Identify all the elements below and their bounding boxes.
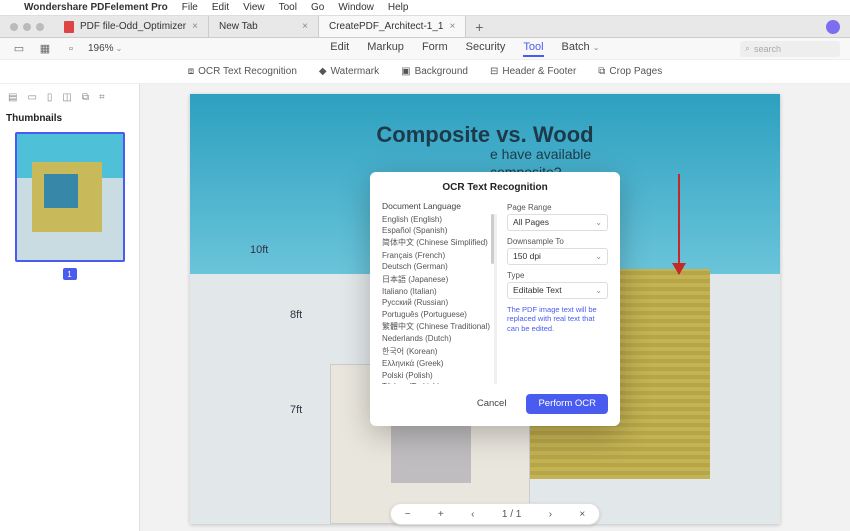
thumbnails-tab-icon[interactable]: ▤ (8, 92, 17, 103)
background-button[interactable]: ▣Background (401, 66, 468, 77)
tab-document-3[interactable]: CreatePDF_Architect-1_1 × (319, 16, 466, 37)
menu-batch[interactable]: Batch ⌄ (562, 41, 600, 57)
menu-markup[interactable]: Markup (367, 41, 404, 57)
menu-edit[interactable]: Edit (330, 41, 349, 57)
header-footer-icon: ⊟ (490, 66, 498, 77)
close-tab-icon[interactable]: × (302, 21, 308, 32)
list-item[interactable]: Nederlands (Dutch) (382, 333, 490, 344)
zoom-value: 196% (88, 43, 114, 54)
search-placeholder: search (754, 44, 781, 54)
tab-label: CreatePDF_Architect-1_1 (329, 21, 444, 32)
type-label: Type (507, 271, 608, 280)
thumbnail-page-number: 1 (63, 268, 77, 280)
close-window-icon[interactable] (10, 23, 18, 31)
chevron-down-icon: ⌄ (595, 252, 602, 261)
app-name: Wondershare PDFelement Pro (24, 2, 168, 13)
list-item[interactable]: 한국어 (Korean) (382, 345, 490, 358)
header-footer-button[interactable]: ⊟Header & Footer (490, 66, 576, 77)
page-thumbnail[interactable] (15, 132, 125, 262)
watermark-button[interactable]: ◆Watermark (319, 66, 379, 77)
sidebar-title: Thumbnails (6, 113, 133, 124)
menu-tool[interactable]: Tool (279, 2, 297, 13)
sidebar: ▤ ▭ ▯ ◫ ⧉ ⌗ Thumbnails 1 (0, 84, 140, 531)
list-item[interactable]: Français (French) (382, 250, 490, 261)
pdf-file-icon (64, 21, 74, 33)
scrollbar[interactable] (491, 214, 494, 264)
window-controls (0, 16, 54, 37)
bookmark-tab-icon[interactable]: ▯ (47, 92, 53, 103)
downsample-select[interactable]: 150 dpi ⌄ (507, 248, 608, 265)
minimize-window-icon[interactable] (23, 23, 31, 31)
menu-edit[interactable]: Edit (212, 2, 229, 13)
watermark-icon: ◆ (319, 66, 327, 77)
tab-new[interactable]: New Tab × (209, 16, 319, 37)
ocr-button[interactable]: ⧈OCR Text Recognition (188, 66, 297, 77)
primary-toolbar: ▭ ▦ ▫ 196% ⌄ Edit Markup Form Security T… (0, 38, 850, 60)
menu-view[interactable]: View (243, 2, 265, 13)
list-item[interactable]: Deutsch (German) (382, 261, 490, 272)
list-item[interactable]: 日本語 (Japanese) (382, 272, 490, 285)
add-tab-button[interactable]: + (466, 16, 492, 37)
list-item[interactable]: 繁體中文 (Chinese Traditional) (382, 320, 490, 333)
type-hint: The PDF image text will be replaced with… (507, 305, 608, 334)
tool-ribbon: ⧈OCR Text Recognition ◆Watermark ▣Backgr… (0, 60, 850, 84)
ocr-dialog: OCR Text Recognition Document Language E… (370, 172, 620, 426)
menu-window[interactable]: Window (338, 2, 374, 13)
sidebar-toggle-icon[interactable]: ▭ (10, 40, 28, 58)
chevron-down-icon: ⌄ (595, 286, 602, 295)
menu-security[interactable]: Security (466, 41, 506, 57)
tab-label: PDF file-Odd_Optimizer (80, 21, 186, 32)
close-tab-icon[interactable]: × (449, 21, 455, 32)
list-item[interactable]: 简体中文 (Chinese Simplified) (382, 236, 490, 249)
modal-overlay: OCR Text Recognition Document Language E… (140, 84, 850, 531)
tab-document-1[interactable]: PDF file-Odd_Optimizer × (54, 16, 209, 37)
zoom-level[interactable]: 196% ⌄ (88, 43, 122, 54)
search-icon: ⌕ (745, 43, 750, 54)
document-viewport[interactable]: Composite vs. Wood e have available comp… (140, 84, 850, 531)
outline-tab-icon[interactable]: ▭ (27, 92, 36, 103)
save-icon[interactable]: ▫ (62, 40, 80, 58)
list-item[interactable]: Ελληνικά (Greek) (382, 358, 490, 369)
background-icon: ▣ (401, 66, 410, 77)
zoom-window-icon[interactable] (36, 23, 44, 31)
page-range-select[interactable]: All Pages ⌄ (507, 214, 608, 231)
list-item[interactable]: Português (Portuguese) (382, 309, 490, 320)
crop-icon: ⧉ (598, 66, 605, 77)
menu-file[interactable]: File (182, 2, 198, 13)
tab-label: New Tab (219, 21, 258, 32)
mac-menubar: Wondershare PDFelement Pro File Edit Vie… (0, 0, 850, 16)
menu-go[interactable]: Go (311, 2, 324, 13)
attachments-tab-icon[interactable]: ⧉ (82, 92, 89, 103)
thumbnail-graphic (44, 174, 78, 208)
dialog-title: OCR Text Recognition (382, 182, 608, 193)
perform-ocr-button[interactable]: Perform OCR (526, 394, 608, 414)
chevron-down-icon: ⌄ (116, 44, 123, 53)
search-input[interactable]: ⌕ search (740, 41, 840, 57)
list-item[interactable]: Español (Spanish) (382, 225, 490, 236)
annotations-tab-icon[interactable]: ◫ (62, 92, 71, 103)
downsample-label: Downsample To (507, 237, 608, 246)
list-item[interactable]: Türkçe (Turkish) (382, 381, 490, 384)
links-tab-icon[interactable]: ⌗ (99, 92, 105, 103)
chevron-down-icon: ⌄ (595, 218, 602, 227)
view-grid-icon[interactable]: ▦ (36, 40, 54, 58)
list-item[interactable]: English (English) (382, 214, 490, 225)
chevron-down-icon: ⌄ (593, 43, 600, 52)
language-list[interactable]: English (English) Español (Spanish) 简体中文… (382, 214, 497, 384)
user-avatar[interactable] (826, 20, 840, 34)
close-tab-icon[interactable]: × (192, 21, 198, 32)
list-item[interactable]: Polski (Polish) (382, 369, 490, 380)
cancel-button[interactable]: Cancel (465, 394, 519, 414)
crop-button[interactable]: ⧉Crop Pages (598, 66, 662, 77)
ocr-icon: ⧈ (188, 66, 194, 77)
type-select[interactable]: Editable Text ⌄ (507, 282, 608, 299)
menu-form[interactable]: Form (422, 41, 448, 57)
page-range-label: Page Range (507, 203, 608, 212)
list-item[interactable]: Italiano (Italian) (382, 286, 490, 297)
document-tabbar: PDF file-Odd_Optimizer × New Tab × Creat… (0, 16, 850, 38)
list-item[interactable]: Русский (Russian) (382, 297, 490, 308)
menu-help[interactable]: Help (388, 2, 409, 13)
menu-tool[interactable]: Tool (523, 41, 543, 57)
language-label: Document Language (382, 201, 497, 211)
